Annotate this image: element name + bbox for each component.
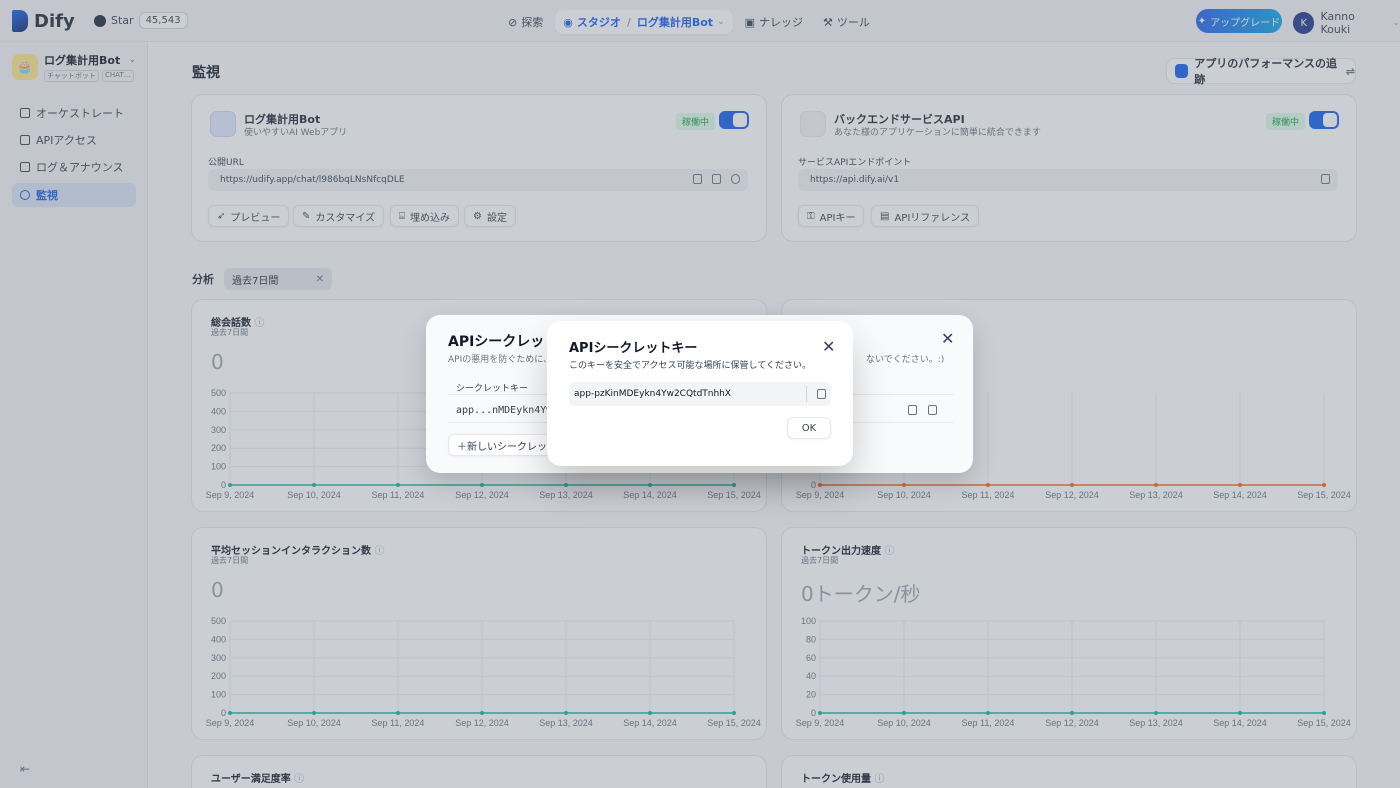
divider bbox=[806, 386, 807, 402]
dialog-title: APIシークレットキー bbox=[569, 341, 698, 356]
copy-icon[interactable] bbox=[908, 405, 917, 415]
ok-button[interactable]: OK bbox=[787, 417, 831, 439]
api-secret-key-created-dialog: APIシークレットキー このキーを安全でアクセス可能な場所に保管してください。 … bbox=[547, 321, 853, 466]
ok-label: OK bbox=[801, 422, 817, 434]
secret-key-value[interactable]: app-pzKinMDEykn4Yw2CQtdTnhhX bbox=[574, 389, 731, 399]
dialog-description-tail: ないでください。:) bbox=[866, 355, 945, 365]
copy-icon[interactable] bbox=[817, 389, 826, 399]
dialog-description: APIの悪用を防ぐために、 bbox=[448, 355, 552, 365]
dialog-description: このキーを安全でアクセス可能な場所に保管してください。 bbox=[569, 361, 812, 371]
column-header-secret-key: シークレットキー bbox=[456, 384, 529, 394]
secret-key-field: app-pzKinMDEykn4Yw2CQtdTnhhX bbox=[569, 382, 831, 406]
close-icon[interactable]: ✕ bbox=[822, 337, 835, 356]
close-icon[interactable]: ✕ bbox=[941, 329, 954, 348]
trash-icon[interactable] bbox=[928, 405, 937, 415]
masked-key: app...nMDEykn4Yw bbox=[456, 405, 553, 416]
